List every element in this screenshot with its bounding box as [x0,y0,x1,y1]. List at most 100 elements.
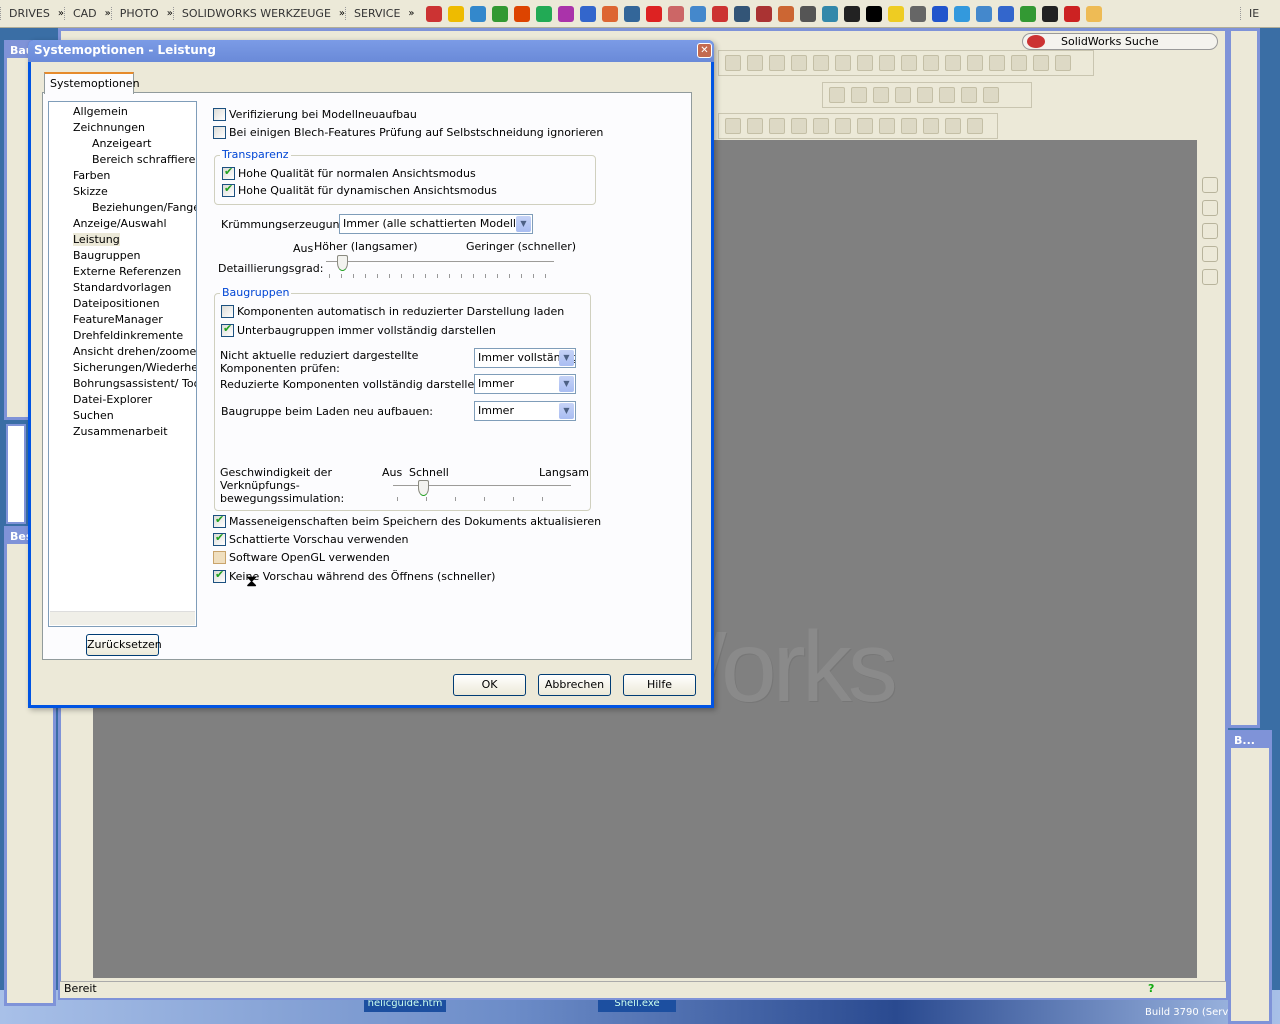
quick-launch-icon[interactable] [997,5,1014,22]
quick-launch-icon[interactable] [799,5,816,22]
quick-launch-icon[interactable] [1019,5,1036,22]
quick-launch-icon[interactable] [843,5,860,22]
no-preview-checkbox[interactable] [213,568,226,583]
curvature-select[interactable]: Immer (alle schattierten Modelle) ▼ [339,214,533,234]
tree-item[interactable]: Beziehungen/Fangen [92,201,196,214]
tree-item[interactable]: Farben [73,169,110,182]
quick-launch-icon[interactable] [579,5,596,22]
toolbar-solidworks-tools[interactable]: SOLIDWORKS WERKZEUGE [172,7,339,20]
sheetmetal-checkbox[interactable] [213,126,226,139]
shaded-preview-checkbox[interactable] [213,531,226,546]
tree-item[interactable]: Anzeigeart [92,137,151,150]
toolbar-service[interactable]: SERVICE [345,7,408,20]
tree-item[interactable]: Bohrungsassistent/ Toolb [73,377,196,390]
chevron-down-icon: ▼ [516,216,531,232]
tree-item[interactable]: Suchen [73,409,114,422]
tree-item[interactable]: Standardvorlagen [73,281,171,294]
curvature-label: Krümmungserzeugung: [221,218,351,231]
quick-launch-icon[interactable] [623,5,640,22]
close-button[interactable]: ✕ [697,43,712,58]
quick-launch-icon[interactable] [425,5,442,22]
tree-item[interactable]: Anzeige/Auswahl [73,217,167,230]
tree-horizontal-scrollbar[interactable] [50,611,195,625]
quick-launch-icon[interactable] [1085,5,1102,22]
rebuild-select[interactable]: Immer ▼ [474,401,576,421]
subassembly-checkbox[interactable] [221,322,234,337]
appearance-icon[interactable] [1202,269,1218,285]
help-icon[interactable]: ? [1148,982,1154,995]
resolve-select[interactable]: Immer ▼ [474,374,576,394]
solidworks-search[interactable]: SolidWorks Suche [1022,33,1218,50]
quick-launch-icon[interactable] [469,5,486,22]
home-icon[interactable] [1202,177,1218,193]
tree-item[interactable]: Allgemein [73,105,128,118]
check-label: Nicht aktuelle reduziert dargestellte Ko… [220,349,419,375]
transparency-normal-checkbox[interactable] [222,165,235,180]
tree-item[interactable]: Bereich schraffieren/f [92,153,196,166]
tree-item[interactable]: Ansicht drehen/zoomen [73,345,196,358]
quick-launch-icon[interactable] [1063,5,1080,22]
taskbar-item[interactable]: helicguide.htm [364,998,446,1012]
dialog-title: Systemoptionen - Leistung [34,43,216,57]
quick-launch-icon[interactable] [689,5,706,22]
quick-launch-icon[interactable] [733,5,750,22]
tree-item[interactable]: Datei-Explorer [73,393,152,406]
tree-item[interactable]: Drehfeldinkremente [73,329,183,342]
quick-launch-icon[interactable] [821,5,838,22]
transparency-dynamic-checkbox[interactable] [222,182,235,197]
tree-item[interactable]: Skizze [73,185,108,198]
label: Langsam [539,466,590,479]
verify-checkbox[interactable] [213,108,226,121]
tree-item[interactable]: FeatureManager [73,313,163,326]
quick-launch-icon[interactable] [887,5,904,22]
options-tree[interactable]: Allgemein Zeichnungen Anzeigeart Bereich sc… [48,101,197,627]
quick-launch-icon[interactable] [601,5,618,22]
quick-launch-icon[interactable] [975,5,992,22]
quick-launch-icon[interactable] [645,5,662,22]
toolbar-ie[interactable]: IE [1240,7,1267,20]
tree-item[interactable]: Externe Referenzen [73,265,181,278]
library-icon[interactable] [1202,200,1218,216]
auto-load-checkbox[interactable] [221,305,234,318]
toolbar-cad[interactable]: CAD [63,7,105,20]
tree-item[interactable]: Zeichnungen [73,121,145,134]
cancel-button[interactable]: Abbrechen [538,674,611,696]
slider-ticks [397,497,571,501]
tree-item[interactable]: Zusammenarbeit [73,425,168,438]
quick-launch-icon[interactable] [865,5,882,22]
quick-launch-icon[interactable] [491,5,508,22]
tree-item[interactable]: Dateipositionen [73,297,160,310]
mass-properties-checkbox[interactable] [213,513,226,528]
help-button[interactable]: Hilfe [623,674,696,696]
tree-item[interactable]: Baugruppen [73,249,140,262]
tree-item[interactable]: Sicherungen/Wiederherst [73,361,196,374]
quick-launch-icon[interactable] [711,5,728,22]
quick-launch-icon[interactable] [953,5,970,22]
tab-system-options[interactable]: Systemoptionen [44,72,140,94]
quick-launch-icon[interactable] [755,5,772,22]
quick-launch-icon[interactable] [513,5,530,22]
quick-launch-icon[interactable] [447,5,464,22]
tree-item[interactable]: Leistung [73,233,120,246]
quick-launch-icon[interactable] [557,5,574,22]
software-opengl-checkbox[interactable] [213,551,226,564]
taskbar-item[interactable]: Shell.exe [598,998,676,1012]
ok-button[interactable]: OK [453,674,526,696]
quick-launch-icon[interactable] [535,5,552,22]
quick-launch-icon[interactable] [1041,5,1058,22]
quick-launch-icon[interactable] [909,5,926,22]
detail-slider-thumb[interactable] [336,255,348,271]
reset-button[interactable]: Zurücksetzen [86,634,162,656]
check-select[interactable]: Immer vollständig ▼ [474,348,576,368]
quick-launch-icon[interactable] [931,5,948,22]
quick-launch-icon[interactable] [667,5,684,22]
panel-gap [6,424,26,524]
status-bar: Bereit? [60,981,1226,998]
detail-slider-track[interactable] [326,261,554,264]
toolbar-photo[interactable]: PHOTO [110,7,167,20]
quick-launch-icon[interactable] [777,5,794,22]
toolbar-drives[interactable]: DRIVES [0,7,58,20]
group-title: Baugruppen [220,286,292,299]
view-palette-icon[interactable] [1202,246,1218,262]
explorer-icon[interactable] [1202,223,1218,239]
